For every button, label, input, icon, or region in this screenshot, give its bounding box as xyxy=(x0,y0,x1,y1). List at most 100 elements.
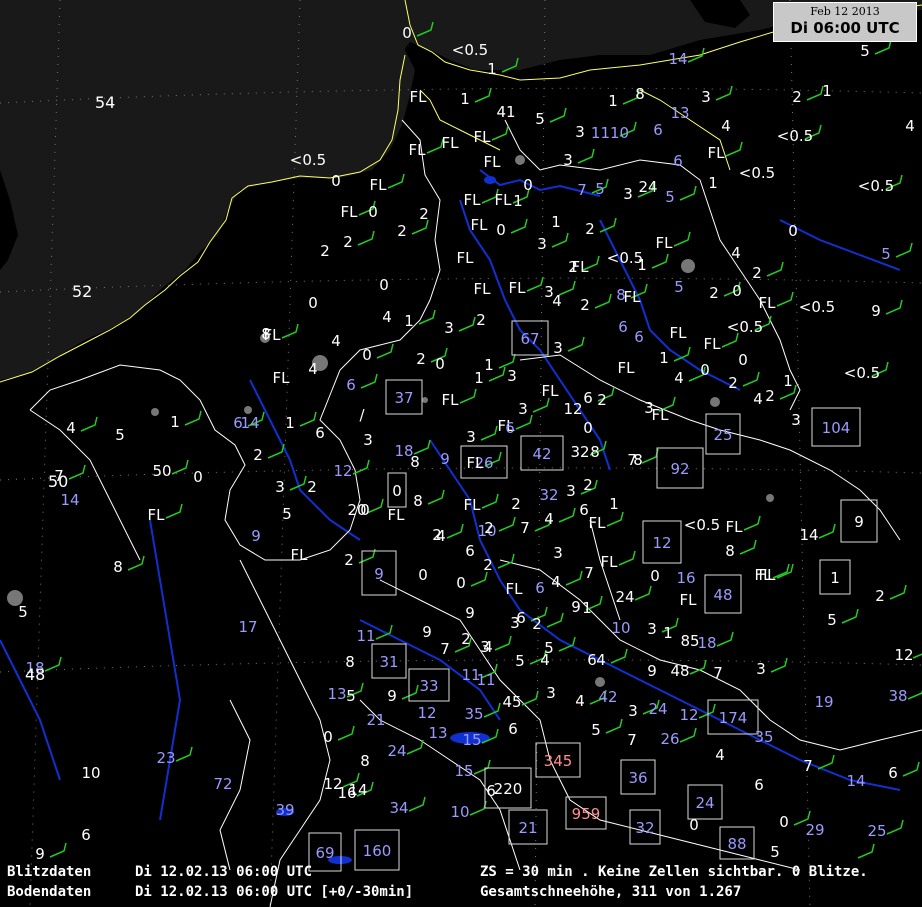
station-value: FL xyxy=(471,216,489,234)
lightning-label: Blitzdaten xyxy=(7,864,92,880)
station-value: 5 xyxy=(881,245,891,263)
station-value: 12 xyxy=(563,400,582,418)
station-value: 0 xyxy=(402,24,412,42)
station-value: 4 xyxy=(544,510,554,528)
station-value: FL xyxy=(467,454,485,472)
station-value: 3 xyxy=(546,684,556,702)
station-value: 2 xyxy=(419,205,429,223)
station-value: 12 xyxy=(894,646,913,664)
station-value: 2 xyxy=(253,446,263,464)
station-value: 1 xyxy=(822,82,832,100)
station-value: 9 xyxy=(647,662,657,680)
station-value: FL xyxy=(484,153,502,171)
station-value: 1 xyxy=(474,369,484,387)
boxed-station-value: 104 xyxy=(822,419,851,437)
station-value: FL xyxy=(542,382,560,400)
station-value: 2 xyxy=(344,551,354,569)
station-value: 4 xyxy=(382,308,392,326)
station-value: 16 xyxy=(676,569,695,587)
station-value: 4 xyxy=(66,419,76,437)
lat-label-48: 48 xyxy=(25,665,45,684)
boxed-station-value: 88 xyxy=(727,835,746,853)
station-value: 5 xyxy=(346,687,356,705)
station-value: 4 xyxy=(596,651,606,669)
station-value: 5 xyxy=(115,426,125,444)
station-value: 2 xyxy=(580,296,590,314)
station-value: 9 xyxy=(35,845,45,863)
station-value: 3 xyxy=(791,411,801,429)
station-value: 29 xyxy=(805,821,824,839)
station-value: 7 xyxy=(627,731,637,749)
station-value: 0 xyxy=(418,566,428,584)
station-value: 3 xyxy=(553,339,563,357)
station-value: <0.5 xyxy=(844,364,880,382)
footer-row-surface: Bodendaten Di 12.02.13 06:00 UTC [+0/-30… xyxy=(0,882,922,902)
station-value: FL xyxy=(442,391,460,409)
station-value: 25 xyxy=(867,822,886,840)
time-label: Di 06:00 UTC xyxy=(790,19,900,37)
station-value: 3 xyxy=(553,544,563,562)
station-value: FL xyxy=(148,506,166,524)
boxed-station-value: 32 xyxy=(635,819,654,837)
boxed-station-value: 345 xyxy=(544,752,573,770)
station-value: 6 xyxy=(754,776,764,794)
station-value: 9 xyxy=(571,598,581,616)
station-value: FL xyxy=(708,144,726,162)
wind-barb-icon xyxy=(874,39,892,55)
footer-info: Blitzdaten Di 12.02.13 06:00 UTC ZS = 30… xyxy=(0,862,922,907)
boxed-station-value: 9 xyxy=(374,565,384,583)
station-value: 14 xyxy=(60,491,79,509)
station-value: FL xyxy=(370,176,388,194)
station-value: 1 xyxy=(663,624,673,642)
station-value: 38 xyxy=(888,687,907,705)
lat-label-52: 52 xyxy=(72,282,92,301)
station-value: 2 xyxy=(597,391,607,409)
boxed-station-value: 24 xyxy=(695,794,714,812)
station-value: 0 xyxy=(331,172,341,190)
station-value: 4 xyxy=(551,573,561,591)
station-value: 34 xyxy=(389,799,408,817)
station-value: 7 xyxy=(440,640,450,658)
station-value: 1110 xyxy=(591,124,629,142)
station-value: 12 xyxy=(679,706,698,724)
lightning-info: ZS = 30 min . Keine Zellen sichtbar. 0 B… xyxy=(480,864,868,880)
lightning-time: Di 12.02.13 06:00 UTC xyxy=(135,864,313,880)
station-value: 12 xyxy=(417,704,436,722)
station-value: 24 xyxy=(648,700,667,718)
station-value: 2 xyxy=(511,495,521,513)
station-value: 9 xyxy=(387,687,397,705)
station-value: 0 xyxy=(779,813,789,831)
station-value: 3 xyxy=(701,88,711,106)
station-value: 7 xyxy=(803,757,813,775)
station-value: 1 xyxy=(551,213,561,231)
station-value: 8 xyxy=(410,453,420,471)
station-value: 0 xyxy=(650,567,660,585)
station-value: 15 xyxy=(462,731,481,749)
boxed-station-value: 160 xyxy=(363,842,392,860)
lat-label-54: 54 xyxy=(95,93,115,112)
station-value: 3 xyxy=(510,614,520,632)
station-value: 12 xyxy=(333,462,352,480)
station-value: 0 xyxy=(193,468,203,486)
station-value: 6 xyxy=(535,579,545,597)
boxed-station-value: 67 xyxy=(520,330,539,348)
boxed-station-value: 1 xyxy=(830,569,840,587)
boxed-station-value: 959 xyxy=(572,805,601,823)
station-value: 1 xyxy=(404,312,414,330)
station-value: 7 xyxy=(713,664,723,682)
station-value: 45 xyxy=(502,693,521,711)
station-value: FL xyxy=(464,191,482,209)
surface-time: Di 12.02.13 06:00 UTC [+0/-30min] xyxy=(135,884,414,900)
station-value: <0.5 xyxy=(290,151,326,169)
station-value: 14 xyxy=(668,50,687,68)
station-value: 5 xyxy=(827,611,837,629)
station-value: 1 xyxy=(637,256,647,274)
lat-label-50: 50 xyxy=(48,472,68,491)
station-value: FL xyxy=(704,335,722,353)
station-value: 0 xyxy=(360,501,370,519)
station-value: 1 xyxy=(487,60,497,78)
station-value: 13 xyxy=(670,104,689,122)
station-value: 8 xyxy=(725,542,735,560)
station-value: 11 xyxy=(356,627,375,645)
station-value: 35 xyxy=(754,728,773,746)
